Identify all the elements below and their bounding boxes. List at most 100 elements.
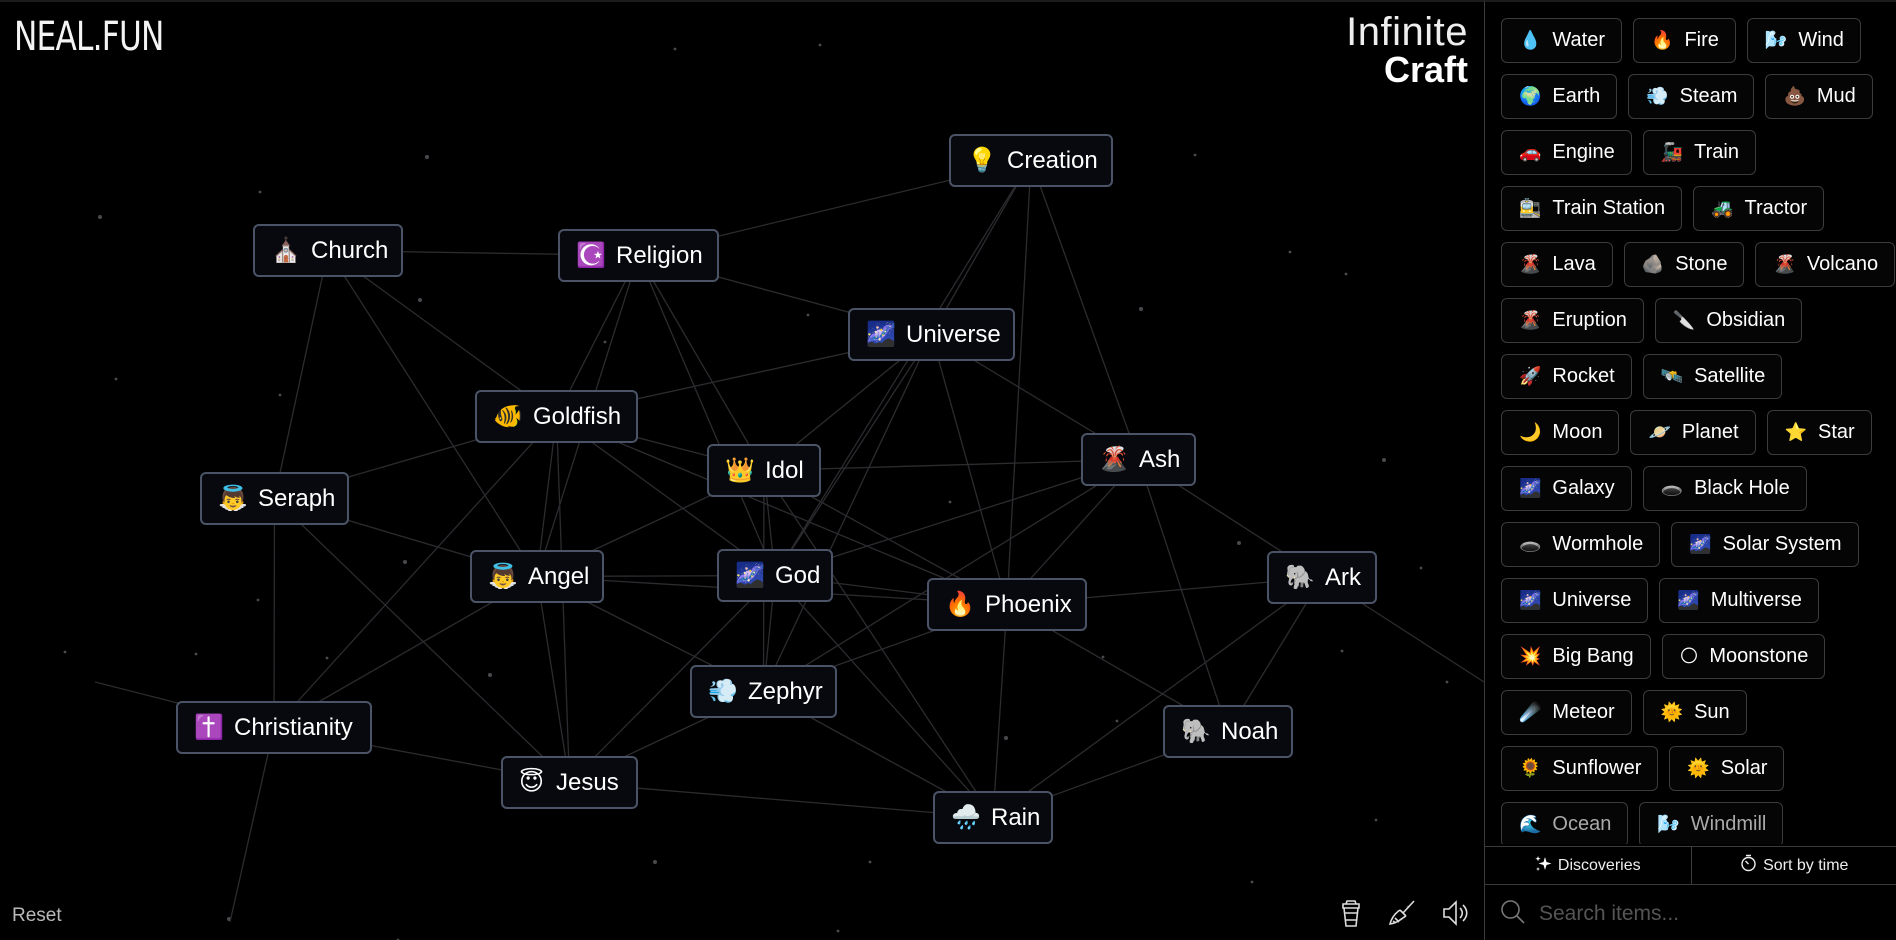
sidebar-item-meteor[interactable]: ☄️ Meteor [1501,690,1632,735]
canvas-element-label: Religion [616,241,703,269]
sidebar-item-lava[interactable]: 🌋 Lava [1501,242,1613,287]
star-dot [278,393,282,397]
sidebar-item-stone[interactable]: 🪨 Stone [1623,242,1745,287]
speaker-icon[interactable] [1440,896,1470,930]
canvas-element-goldfish[interactable]: 🐠 Goldfish [475,390,638,443]
sidebar-item-label: Train [1694,141,1739,163]
sidebar-item-train-station[interactable]: 🚉 Train Station [1501,186,1683,231]
canvas-element-ash[interactable]: 🌋 Ash [1081,433,1196,486]
star-dot [1344,272,1348,276]
canvas-element-label: Creation [1007,146,1098,174]
steam-emoji-icon: 💨 [1646,86,1669,106]
canvas-element-church[interactable]: ⛪ Church [253,224,403,277]
sidebar-item-satellite[interactable]: 🛰️ Satellite [1642,354,1783,399]
sidebar-item-mud[interactable]: 💩 Mud [1765,74,1873,119]
sidebar-item-volcano[interactable]: 🌋 Volcano [1755,242,1896,287]
star-dot [1288,250,1292,254]
canvas-element-idol[interactable]: 👑 Idol [707,444,821,497]
discoveries-tab[interactable]: Discoveries [1485,847,1691,884]
sidebar-item-wormhole[interactable]: 🕳️ Wormhole [1501,522,1661,567]
items-row: 🌌 Galaxy 🕳️ Black Hole [1501,466,1881,511]
sidebar-item-label: Eruption [1552,309,1627,331]
moon-emoji-icon: 🌙 [1519,422,1542,442]
canvas-element-label: Ash [1139,445,1181,473]
sidebar-item-solar-system[interactable]: 🌌 Solar System [1671,522,1859,567]
zephyr-emoji-icon: 💨 [708,678,738,705]
sidebar-item-water[interactable]: 💧 Water [1501,18,1623,63]
canvas-element-jesus[interactable]: 😇 Jesus [501,756,638,809]
canvas-element-noah[interactable]: 🐘 Noah [1163,705,1293,758]
sidebar-item-engine[interactable]: 🚗 Engine [1501,130,1632,175]
canvas-element-christianity[interactable]: ✝️ Christianity [176,701,372,754]
sidebar-item-label: Mud [1816,85,1856,107]
sidebar-item-fire[interactable]: 🔥 Fire [1633,18,1736,63]
christianity-emoji-icon: ✝️ [194,714,224,741]
sidebar-item-eruption[interactable]: 🌋 Eruption [1501,298,1644,343]
items-list[interactable]: 💧 Water 🔥 Fire 🌬️ Wind 🌍 Earth 💨 Steam 💩 Mud 🚗 Engine… [1485,18,1896,844]
canvas-element-angel[interactable]: 👼 Angel [470,550,604,603]
star-dot [1101,655,1105,659]
star-dot [818,43,822,47]
sidebar-item-label: Black Hole [1694,477,1790,499]
sidebar-item-label: Sunflower [1552,757,1642,779]
items-row: 💧 Water 🔥 Fire 🌬️ Wind [1501,18,1881,63]
star-dot [948,500,952,504]
sidebar-item-steam[interactable]: 💨 Steam [1628,74,1755,119]
wind-emoji-icon: 🌬️ [1764,30,1788,50]
canvas-element-seraph[interactable]: 👼 Seraph [200,472,349,525]
sidebar-item-tractor[interactable]: 🚜 Tractor [1693,186,1825,231]
sidebar-item-moon[interactable]: 🌙 Moon [1501,410,1620,455]
sidebar-item-rocket[interactable]: 🚀 Rocket [1501,354,1632,399]
search-input[interactable] [1539,902,1879,926]
big-bang-emoji-icon: 💥 [1519,646,1542,666]
sidebar-item-windmill[interactable]: 🌬️ Windmill [1639,802,1784,844]
canvas-element-religion[interactable]: ☪️ Religion [558,229,719,282]
sidebar-item-sunflower[interactable]: 🌻 Sunflower [1501,746,1659,791]
title-line-2: Craft [1383,49,1468,90]
water-emoji-icon: 💧 [1519,30,1542,50]
sidebar-item-galaxy[interactable]: 🌌 Galaxy [1501,466,1632,511]
fire-emoji-icon: 🔥 [1651,30,1674,50]
sidebar-item-obsidian[interactable]: 🔪 Obsidian [1654,298,1803,343]
canvas-element-ark[interactable]: 🐘 Ark [1267,551,1377,604]
canvas-element-rain[interactable]: 🌧️ Rain [933,791,1053,844]
connection-line [637,255,765,471]
broom-icon[interactable] [1388,896,1418,930]
canvas-element-god[interactable]: 🌌 God [717,549,833,602]
sidebar-item-multiverse[interactable]: 🌌 Multiverse [1659,578,1819,623]
star-dot [98,215,102,219]
sidebar-item-black-hole[interactable]: 🕳️ Black Hole [1642,466,1807,511]
canvas-element-label: Noah [1221,717,1279,745]
connection-line [637,255,776,576]
craft-canvas[interactable]: NEAL.FUN Infinite Craft 💡 Creation ⛪ Church… [0,0,1484,940]
sidebar-item-label: Fire [1684,29,1719,51]
coffee-cup-icon[interactable] [1336,896,1366,930]
sunflower-emoji-icon: 🌻 [1519,758,1542,778]
sidebar-item-universe[interactable]: 🌌 Universe [1501,578,1649,623]
canvas-element-creation[interactable]: 💡 Creation [949,134,1113,187]
sidebar-item-planet[interactable]: 🪐 Planet [1630,410,1756,455]
sidebar-item-moonstone[interactable]: 🌕 Moonstone [1661,634,1826,679]
star-dot [1419,566,1423,570]
sidebar-item-label: Moon [1552,421,1603,443]
stopwatch-icon [1740,854,1757,877]
sidebar-item-solar[interactable]: 🌞 Solar [1669,746,1785,791]
sort-by-time-tab[interactable]: Sort by time [1690,847,1896,884]
neal-fun-logo[interactable]: NEAL.FUN [14,14,164,60]
sidebar-item-earth[interactable]: 🌍 Earth [1501,74,1618,119]
canvas-element-universe[interactable]: 🌌 Universe [848,308,1015,361]
sidebar-item-ocean[interactable]: 🌊 Ocean [1501,802,1629,844]
sidebar-item-label: Water [1552,29,1606,51]
reset-button[interactable]: Reset [12,905,62,927]
canvas-element-label: Church [311,236,389,264]
sidebar-item-sun[interactable]: 🌞 Sun [1642,690,1747,735]
ash-emoji-icon: 🌋 [1099,446,1129,473]
sidebar-item-train[interactable]: 🚂 Train [1642,130,1756,175]
canvas-element-zephyr[interactable]: 💨 Zephyr [690,665,837,718]
sidebar-item-label: Windmill [1690,813,1767,835]
sidebar-item-wind[interactable]: 🌬️ Wind [1746,18,1861,63]
sidebar-item-star[interactable]: ⭐ Star [1766,410,1872,455]
sidebar-item-big-bang[interactable]: 💥 Big Bang [1501,634,1651,679]
solar-system-emoji-icon: 🌌 [1689,534,1712,554]
canvas-element-phoenix[interactable]: 🔥 Phoenix [927,578,1087,631]
